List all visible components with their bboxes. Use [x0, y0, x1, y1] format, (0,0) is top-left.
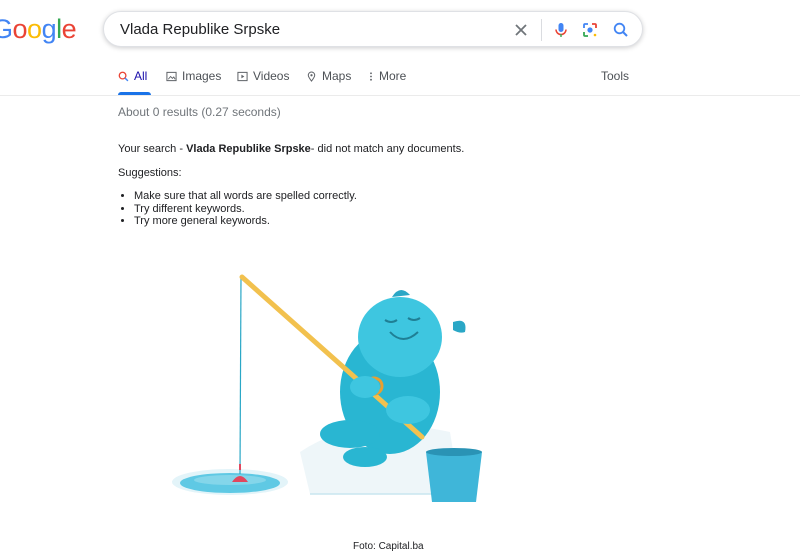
fishing-creature-illustration — [172, 274, 482, 502]
suggestions-list: Make sure that all words are spelled cor… — [118, 190, 357, 228]
search-input[interactable]: Vlada Republike Srpske — [120, 21, 280, 38]
logo-letter: o — [12, 14, 28, 44]
header-divider — [0, 95, 800, 96]
creature-arm — [386, 396, 430, 424]
bucket — [426, 452, 482, 502]
creature-arm — [350, 376, 380, 398]
creature-foot — [343, 447, 387, 467]
pin-icon — [307, 71, 316, 82]
tab-videos[interactable]: Videos — [237, 69, 289, 83]
tools-button[interactable]: Tools — [601, 69, 629, 83]
search-icon — [118, 71, 129, 81]
suggestion-item: Try more general keywords. — [134, 215, 357, 228]
result-stats: About 0 results (0.27 seconds) — [118, 105, 281, 119]
ice-hole-shine — [194, 475, 266, 485]
tab-label: Images — [182, 69, 222, 83]
search-box[interactable]: Vlada Republike Srpske — [103, 11, 643, 47]
google-logo[interactable]: Google — [0, 14, 77, 45]
logo-letter: e — [61, 14, 77, 44]
more-icon — [370, 71, 372, 81]
tab-all[interactable]: All — [118, 69, 147, 83]
logo-letter: g — [41, 14, 57, 44]
search-icon[interactable] — [612, 21, 630, 39]
mic-icon[interactable] — [552, 21, 570, 39]
logo-letter: o — [27, 14, 42, 44]
logo-letter: G — [0, 14, 13, 44]
play-icon — [237, 71, 248, 81]
creature-leg — [320, 420, 380, 448]
tab-label: Videos — [253, 69, 290, 83]
suggestion-item: Make sure that all words are spelled cor… — [134, 190, 357, 203]
message-query: Vlada Republike Srpske — [186, 143, 311, 155]
creature-head — [358, 297, 442, 377]
search-divider — [541, 19, 542, 41]
bucket-rim — [426, 448, 482, 456]
message-prefix: Your search - — [118, 143, 187, 155]
no-results-message: Your search - Vlada Republike Srpske- di… — [118, 143, 464, 155]
image-icon — [166, 71, 177, 81]
tab-maps[interactable]: Maps — [306, 69, 351, 83]
tab-label: Maps — [322, 69, 352, 83]
horn-right — [453, 320, 466, 333]
tab-more[interactable]: More — [368, 69, 406, 83]
tab-label: More — [379, 69, 407, 83]
horn-top — [392, 289, 410, 297]
tab-images[interactable]: Images — [166, 69, 221, 83]
suggestion-item: Try different keywords. — [134, 203, 357, 216]
lens-icon[interactable] — [581, 21, 599, 39]
tab-label: All — [134, 69, 148, 83]
close-icon[interactable] — [512, 21, 530, 39]
photo-credit: Foto: Capital.ba — [353, 541, 424, 552]
fishing-line — [239, 275, 242, 475]
suggestions-title: Suggestions: — [118, 167, 182, 179]
message-suffix: - did not match any documents. — [310, 143, 465, 155]
